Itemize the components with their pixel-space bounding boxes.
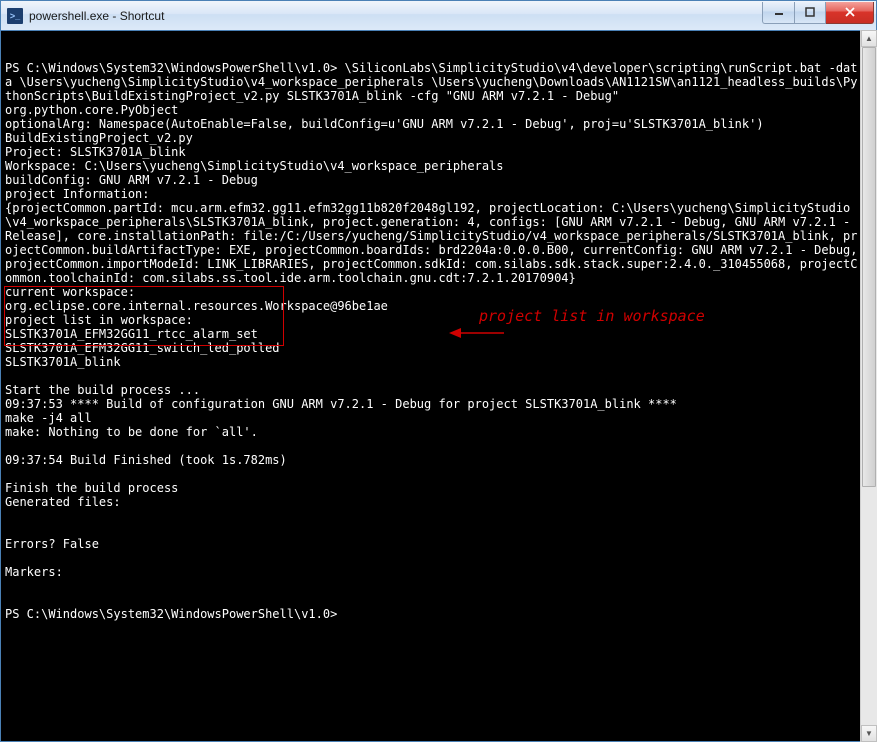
vertical-scrollbar[interactable]: ▲ ▼ <box>860 30 877 742</box>
window-title: powershell.exe - Shortcut <box>29 9 762 23</box>
close-button[interactable] <box>826 2 874 24</box>
maximize-icon <box>805 7 815 17</box>
window-controls <box>762 2 874 24</box>
powershell-icon: >_ <box>7 8 23 24</box>
terminal-area[interactable]: PS C:\Windows\System32\WindowsPowerShell… <box>1 31 876 741</box>
scroll-up-button[interactable]: ▲ <box>861 30 877 47</box>
powershell-window: >_ powershell.exe - Shortcut PS C:\Windo… <box>0 0 877 742</box>
minimize-button[interactable] <box>762 2 794 24</box>
terminal-output: PS C:\Windows\System32\WindowsPowerShell… <box>5 61 872 741</box>
maximize-button[interactable] <box>794 2 826 24</box>
minimize-icon <box>774 7 784 17</box>
scroll-track[interactable] <box>861 47 877 725</box>
scroll-down-button[interactable]: ▼ <box>861 725 877 742</box>
titlebar[interactable]: >_ powershell.exe - Shortcut <box>1 1 876 31</box>
scroll-thumb[interactable] <box>862 47 876 487</box>
close-icon <box>844 7 856 17</box>
